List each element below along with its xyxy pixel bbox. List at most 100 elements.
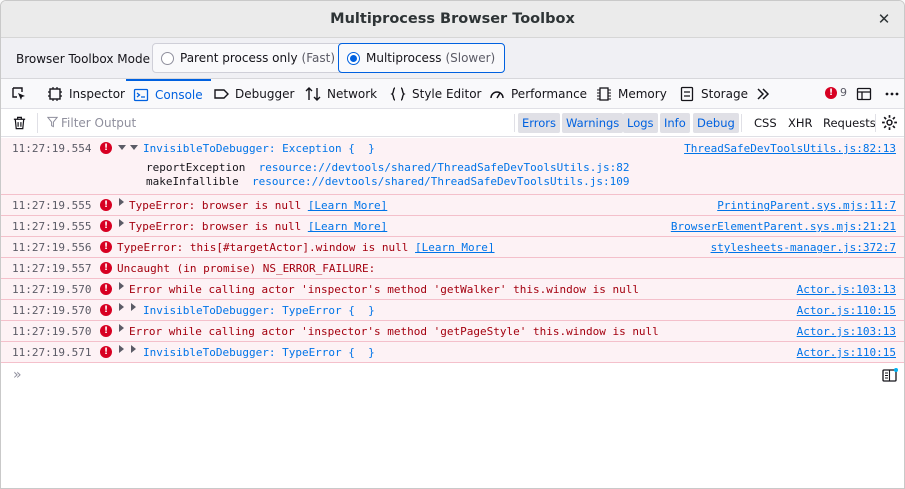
console-message[interactable]: 11:27:19.570 ! InvisibleToDebugger: Type…	[1, 300, 904, 321]
error-icon: !	[100, 220, 112, 232]
error-icon: !	[825, 86, 837, 99]
split-console-icon[interactable]	[856, 79, 872, 108]
error-count: 9	[840, 86, 847, 99]
message-text[interactable]: InvisibleToDebugger: TypeError { }	[143, 346, 375, 359]
mode-option-label: Multiprocess	[366, 51, 442, 65]
filter-logs-button[interactable]: Logs	[623, 113, 658, 133]
tab-inspector[interactable]: Inspector	[47, 79, 125, 108]
tab-performance[interactable]: Performance	[489, 79, 587, 108]
radio-selected-icon[interactable]	[347, 51, 360, 65]
console-message[interactable]: 11:27:19.571 ! InvisibleToDebugger: Type…	[1, 342, 904, 363]
message-timestamp: 11:27:19.557	[12, 262, 92, 275]
message-source-link[interactable]: Actor.js:103:13	[797, 325, 896, 338]
message-text: Error while calling actor 'inspector's m…	[129, 283, 639, 296]
error-count-badge[interactable]: ! 9	[825, 86, 847, 99]
mode-option-parent-only[interactable]: Parent process only (Fast)	[152, 43, 346, 73]
collapsed-arrow-icon[interactable]	[119, 219, 124, 227]
mode-option-label: Parent process only	[180, 51, 298, 65]
message-source-link[interactable]: stylesheets-manager.js:372:7	[711, 241, 896, 254]
filter-warnings-button[interactable]: Warnings	[562, 113, 624, 133]
tab-label: Storage	[701, 86, 748, 101]
error-icon: !	[100, 199, 112, 211]
expanded-arrow-icon[interactable]	[130, 145, 138, 150]
trash-icon[interactable]	[12, 115, 27, 134]
console-message[interactable]: 11:27:19.556 ! TypeError: this[#targetAc…	[1, 237, 904, 258]
collapsed-arrow-icon[interactable]	[119, 324, 124, 332]
overflow-menu-icon[interactable]	[884, 79, 900, 108]
mode-option-multiprocess[interactable]: Multiprocess (Slower)	[338, 43, 506, 73]
filter-xhr-button[interactable]: XHR	[784, 113, 817, 133]
divider	[875, 114, 876, 132]
inspector-icon	[47, 86, 63, 102]
message-text: TypeError: browser is null	[129, 220, 302, 233]
error-icon: !	[100, 241, 112, 253]
console-message[interactable]: 11:27:19.555 ! TypeError: browser is nul…	[1, 195, 904, 216]
message-timestamp: 11:27:19.571	[12, 346, 92, 359]
message-text[interactable]: InvisibleToDebugger: TypeError { }	[143, 304, 375, 317]
tab-label: Debugger	[235, 86, 295, 101]
message-timestamp: 11:27:19.556	[12, 241, 92, 254]
network-icon	[305, 86, 321, 102]
message-source-link[interactable]: Actor.js:110:15	[797, 346, 896, 359]
tab-memory[interactable]: Memory	[596, 79, 667, 108]
collapsed-arrow-icon[interactable]	[119, 282, 124, 290]
console-input[interactable]: »	[1, 363, 904, 387]
console-message[interactable]: 11:27:19.554 ! InvisibleToDebugger: Exce…	[1, 138, 904, 195]
error-icon: !	[100, 262, 112, 274]
console-message[interactable]: 11:27:19.557 ! Uncaught (in promise) NS_…	[1, 258, 904, 279]
tab-style-editor[interactable]: Style Editor	[390, 79, 481, 108]
more-tools-chevron-icon[interactable]	[755, 79, 771, 108]
stack-frame[interactable]: makeInfallible resource://devtools/share…	[146, 175, 629, 188]
message-source-link[interactable]: Actor.js:103:13	[797, 283, 896, 296]
console-message[interactable]: 11:27:19.570 ! Error while calling actor…	[1, 279, 904, 300]
close-icon[interactable]: ✕	[874, 9, 894, 29]
collapsed-arrow-icon[interactable]	[119, 345, 124, 353]
toolbox-window: Multiprocess Browser Toolbox ✕ Browser T…	[0, 0, 905, 489]
element-picker-icon[interactable]	[11, 79, 27, 108]
filter-errors-button[interactable]: Errors	[518, 113, 561, 133]
filter-css-button[interactable]: CSS	[750, 113, 781, 133]
editor-mode-toggle-icon[interactable]	[882, 368, 898, 386]
filter-icon	[46, 116, 59, 131]
console-message[interactable]: 11:27:19.555 ! TypeError: browser is nul…	[1, 216, 904, 237]
tab-label: Network	[327, 86, 378, 101]
tab-storage[interactable]: Storage	[679, 79, 748, 108]
stack-frame[interactable]: reportException resource://devtools/shar…	[146, 161, 629, 174]
message-source-link[interactable]: PrintingParent.sys.mjs:11:7	[717, 199, 896, 212]
message-timestamp: 11:27:19.554	[12, 142, 92, 155]
learn-more-link[interactable]: [Learn More]	[415, 241, 494, 254]
collapsed-arrow-icon[interactable]	[131, 303, 136, 311]
collapsed-arrow-icon[interactable]	[119, 303, 124, 311]
message-timestamp: 11:27:19.570	[12, 325, 92, 338]
console-output: 11:27:19.554 ! InvisibleToDebugger: Exce…	[1, 138, 904, 363]
tab-debugger[interactable]: Debugger	[213, 79, 294, 108]
collapsed-arrow-icon[interactable]	[131, 345, 136, 353]
console-icon	[133, 87, 149, 103]
message-timestamp: 11:27:19.570	[12, 283, 92, 296]
filter-debug-button[interactable]: Debug	[693, 113, 739, 133]
console-message[interactable]: 11:27:19.570 ! Error while calling actor…	[1, 321, 904, 342]
filter-output-input[interactable]	[61, 113, 461, 133]
message-source-link[interactable]: BrowserElementParent.sys.mjs:21:21	[671, 220, 896, 233]
expanded-arrow-icon[interactable]	[118, 145, 126, 150]
learn-more-link[interactable]: [Learn More]	[308, 220, 387, 233]
gear-icon[interactable]	[881, 114, 898, 134]
message-source-link[interactable]: Actor.js:110:15	[797, 304, 896, 317]
style-editor-icon	[390, 86, 406, 102]
message-text[interactable]: InvisibleToDebugger: Exception { }	[143, 142, 375, 155]
learn-more-link[interactable]: [Learn More]	[308, 199, 387, 212]
message-text: TypeError: browser is null	[129, 199, 302, 212]
message-text: Uncaught (in promise) NS_ERROR_FAILURE:	[117, 262, 376, 275]
filter-requests-button[interactable]: Requests	[819, 113, 880, 133]
filter-info-button[interactable]: Info	[660, 113, 690, 133]
stack-function: makeInfallible	[146, 175, 239, 188]
tab-network[interactable]: Network	[305, 79, 377, 108]
radio-unselected-icon[interactable]	[161, 51, 174, 65]
stack-location[interactable]: resource://devtools/shared/ThreadSafeDev…	[259, 161, 630, 174]
message-source-link[interactable]: ThreadSafeDevToolsUtils.js:82:13	[684, 142, 896, 155]
stack-location[interactable]: resource://devtools/shared/ThreadSafeDev…	[252, 175, 630, 188]
collapsed-arrow-icon[interactable]	[119, 198, 124, 206]
tab-console[interactable]: Console	[126, 79, 211, 108]
tab-label: Memory	[618, 86, 667, 101]
divider	[37, 113, 38, 133]
